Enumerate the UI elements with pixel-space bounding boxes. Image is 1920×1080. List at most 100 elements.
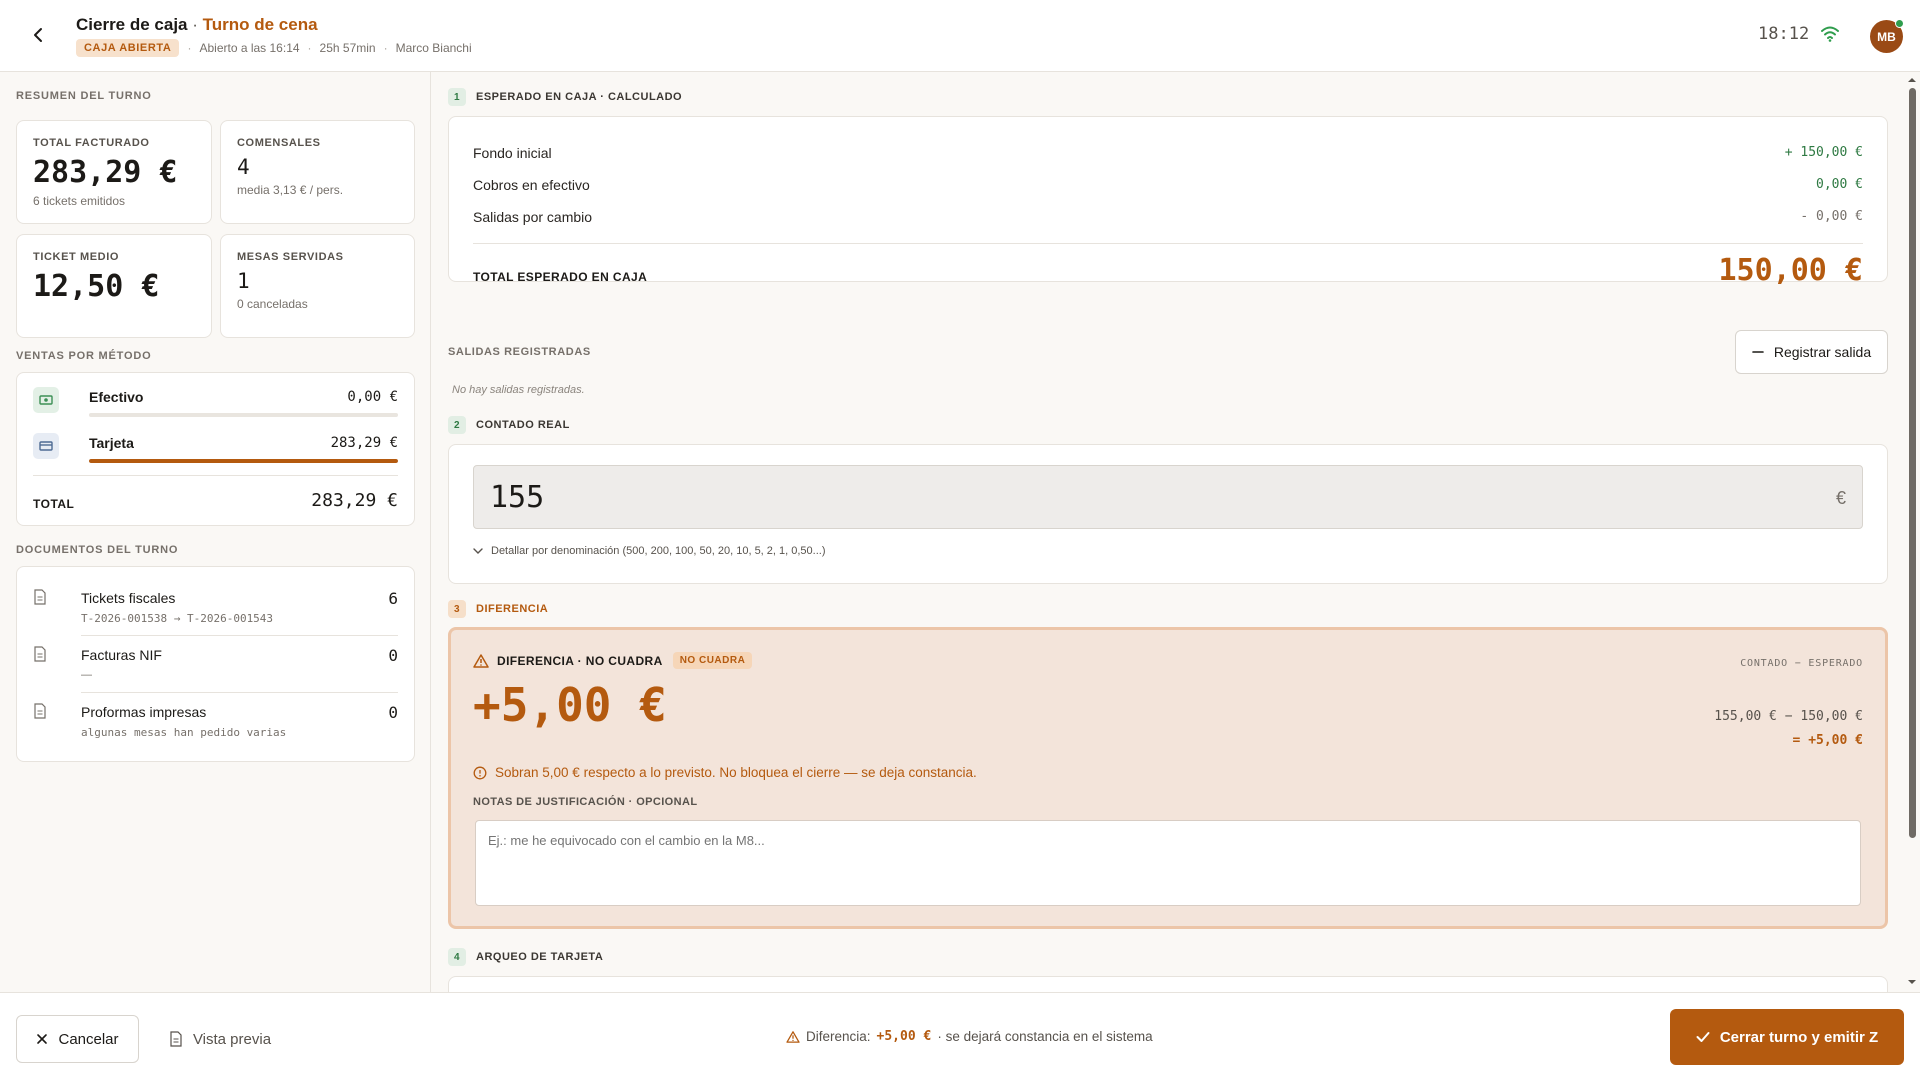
card-icon — [33, 433, 59, 459]
back-button[interactable] — [24, 20, 54, 50]
document-row[interactable]: Facturas NIF — 0 — [33, 642, 398, 698]
stat-value: 283,29 € — [33, 155, 178, 190]
warning-triangle-icon — [473, 653, 489, 668]
divider — [81, 692, 398, 693]
page-title: Cierre de caja · Turno de cena — [76, 15, 318, 35]
close-icon — [37, 1034, 48, 1044]
scroll-down-icon[interactable] — [1906, 978, 1918, 986]
warning-triangle-icon — [786, 1030, 800, 1043]
step-number: 3 — [448, 600, 466, 618]
documents-section-label: DOCUMENTOS DEL TURNO — [16, 544, 179, 556]
status-badge: CAJA ABIERTA — [76, 39, 180, 57]
divider — [81, 635, 398, 636]
expected-row: Cobros en efectivo 0,00 € — [473, 177, 1863, 203]
chevron-down-icon — [473, 548, 483, 554]
expected-row-value: - 0,00 € — [1800, 209, 1863, 224]
method-name: Efectivo — [89, 389, 144, 405]
counted-amount-input[interactable] — [490, 478, 1690, 516]
method-value: 0,00 € — [347, 389, 398, 405]
stat-label: MESAS SERVIDAS — [237, 251, 344, 263]
register-withdrawal-label: Registrar salida — [1773, 344, 1872, 360]
document-count: 0 — [388, 703, 398, 722]
expected-total-value: 150,00 € — [1718, 253, 1864, 288]
title-text: Cierre de caja — [76, 15, 188, 34]
expected-row-label: Fondo inicial — [473, 145, 552, 161]
minus-icon — [1752, 351, 1764, 353]
stat-value: 4 — [237, 155, 250, 179]
step-number: 1 — [448, 88, 466, 106]
stat-value: 1 — [237, 269, 250, 293]
expected-row: Salidas por cambio - 0,00 € — [473, 209, 1863, 235]
stat-tables-served: MESAS SERVIDAS 1 0 canceladas — [220, 234, 415, 338]
difference-info-text: Sobran 5,00 € respecto a lo previsto. No… — [495, 765, 977, 780]
main-scrollbar[interactable] — [1906, 74, 1918, 990]
document-row[interactable]: Proformas impresas algunas mesas han ped… — [33, 699, 398, 755]
stat-diners: COMENSALES 4 media 3,13 € / pers. — [220, 120, 415, 224]
shift-name: Turno de cena — [202, 15, 318, 34]
denomination-toggle[interactable]: Detallar por denominación (500, 200, 100… — [473, 545, 826, 557]
expected-row-value: 0,00 € — [1816, 177, 1863, 192]
stat-label: TOTAL FACTURADO — [33, 137, 150, 149]
difference-amount: +5,00 € — [473, 678, 667, 732]
cash-closing-panel: 1 ESPERADO EN CAJA · CALCULADO Fondo ini… — [432, 72, 1920, 1006]
shift-duration: 25h 57min — [319, 41, 376, 55]
document-count: 6 — [388, 589, 398, 608]
document-icon — [34, 589, 46, 605]
document-count: 0 — [388, 646, 398, 665]
document-name: Proformas impresas — [81, 704, 207, 720]
counted-amount-field[interactable]: € — [473, 465, 1863, 529]
document-name: Facturas NIF — [81, 647, 162, 663]
step-label: ARQUEO DE TARJETA — [476, 951, 604, 963]
document-range: algunas mesas han pedido varias — [81, 726, 287, 739]
cancel-button[interactable]: Cancelar — [16, 1015, 139, 1063]
document-row[interactable]: Tickets fiscales T-2026-001538 → T-2026-… — [33, 585, 398, 641]
expected-row-label: Cobros en efectivo — [473, 177, 590, 193]
scrollbar-thumb[interactable] — [1909, 88, 1916, 838]
step-expected-heading: 1 ESPERADO EN CAJA · CALCULADO — [448, 88, 682, 106]
divider — [473, 243, 1863, 244]
step-card-reconciliation-heading: 4 ARQUEO DE TARJETA — [448, 948, 603, 966]
stat-sub: 0 canceladas — [237, 297, 308, 311]
formula-expected: 150,00 € — [1800, 709, 1863, 724]
denomination-toggle-label: Detallar por denominación (500, 200, 100… — [491, 545, 826, 557]
difference-card: DIFERENCIA · NO CUADRA NO CUADRA +5,00 €… — [448, 627, 1888, 929]
info-circle-icon — [473, 766, 487, 779]
session-meta: CAJA ABIERTA · Abierto a las 16:14 · 25h… — [76, 39, 472, 57]
cancel-label: Cancelar — [58, 1030, 119, 1048]
document-range: — — [81, 669, 92, 681]
preview-button[interactable]: Vista previa — [156, 1015, 284, 1063]
method-row-card: Tarjeta 283,29 € — [33, 431, 398, 467]
action-bar: Cancelar Vista previa Diferencia: +5,00 … — [0, 992, 1920, 1080]
step-label: CONTADO REAL — [476, 419, 570, 431]
stat-label: TICKET MEDIO — [33, 251, 120, 263]
notes-label: NOTAS DE JUSTIFICACIÓN · OPCIONAL — [473, 796, 698, 808]
close-shift-label: Cerrar turno y emitir Z — [1719, 1028, 1879, 1046]
top-bar: Cierre de caja · Turno de cena CAJA ABIE… — [0, 0, 1920, 72]
justification-notes-input[interactable] — [476, 821, 1860, 905]
document-range: T-2026-001538 → T-2026-001543 — [81, 612, 274, 625]
withdrawals-section-label: SALIDAS REGISTRADAS — [448, 346, 591, 358]
register-withdrawal-button[interactable]: Registrar salida — [1735, 330, 1888, 374]
online-indicator — [1895, 19, 1904, 28]
document-name: Tickets fiscales — [81, 590, 176, 606]
justification-notes-field[interactable] — [475, 820, 1861, 906]
stat-sub: 6 tickets emitidos — [33, 194, 126, 208]
method-bar — [89, 459, 398, 463]
expected-row-value: + 150,00 € — [1784, 145, 1863, 160]
shift-summary-panel: RESUMEN DEL TURNO TOTAL FACTURADO 283,29… — [0, 72, 431, 992]
document-icon — [34, 703, 46, 719]
footer-difference-label: Diferencia: — [806, 1029, 871, 1044]
expected-row: Fondo inicial + 150,00 € — [473, 145, 1863, 171]
scroll-up-icon[interactable] — [1906, 76, 1918, 84]
footer-difference-value: +5,00 € — [876, 1029, 932, 1044]
not-balanced-badge: NO CUADRA — [672, 652, 753, 669]
footer-difference-summary: Diferencia: +5,00 € · se dejará constanc… — [786, 1029, 1153, 1044]
step-counted-heading: 2 CONTADO REAL — [448, 416, 570, 434]
clock: 18:12 — [1758, 24, 1810, 44]
document-icon — [34, 646, 46, 662]
documents-card: Tickets fiscales T-2026-001538 → T-2026-… — [16, 566, 415, 762]
method-name: Tarjeta — [89, 435, 134, 451]
wifi-icon — [1821, 26, 1839, 42]
close-shift-button[interactable]: Cerrar turno y emitir Z — [1670, 1009, 1904, 1065]
stat-sub: media 3,13 € / pers. — [237, 183, 344, 197]
